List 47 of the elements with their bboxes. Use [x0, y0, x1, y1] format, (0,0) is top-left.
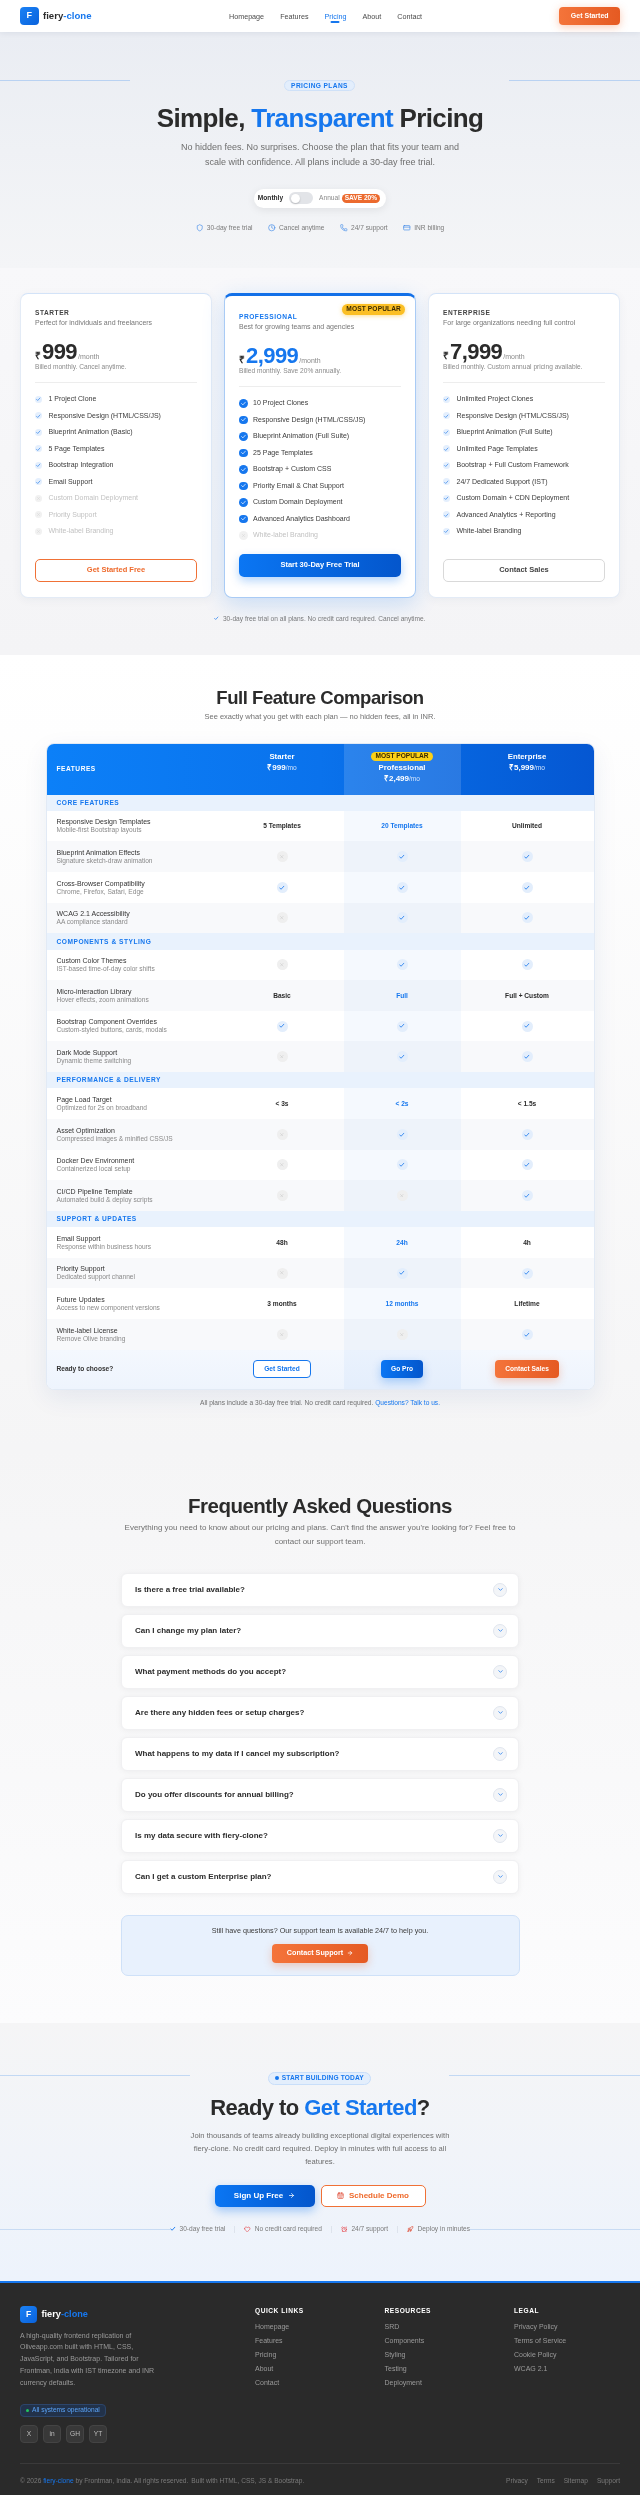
section-title: Ready to Get Started?: [210, 2095, 430, 2121]
card-icon: [403, 224, 411, 232]
currency-symbol: ₹: [443, 348, 449, 363]
faq-question[interactable]: What happens to my data if I cancel my subscription?: [121, 1736, 519, 1771]
currency-symbol: ₹: [239, 352, 245, 367]
chevron-icon: [493, 1746, 507, 1761]
logo-mark[interactable]: F: [20, 6, 39, 26]
page-subtitle: No hidden fees. No surprises. Choose the plan that fits your team and scale with confidence. All plans include a 30-day free trial.: [179, 141, 461, 169]
section-title: Full Feature Comparison: [216, 686, 424, 708]
check-icon: [170, 2226, 176, 2232]
billing-switch[interactable]: [289, 192, 314, 204]
page-title: Simple, Transparent Pricing: [156, 103, 484, 133]
faq-question[interactable]: Is there a free trial available?: [121, 1572, 519, 1607]
heart-icon: [244, 2225, 251, 2233]
clock-icon: [268, 224, 276, 232]
schedule-demo-button[interactable]: Schedule Demo: [320, 2184, 426, 2208]
chevron-icon: [493, 1623, 507, 1638]
chevron-icon: [493, 1582, 507, 1597]
check-icon: [214, 616, 219, 621]
rocket-icon: [407, 2225, 414, 2233]
alarm-clock-icon: [340, 2225, 348, 2233]
faq-question[interactable]: What payment methods do you accept?: [121, 1654, 519, 1689]
plan-price: 7,999: [450, 339, 503, 363]
faq-question[interactable]: Can I get a custom Enterprise plan?: [121, 1859, 519, 1894]
calendar-icon: [337, 2192, 344, 2200]
chevron-icon: [493, 1705, 507, 1720]
chevron-icon: [493, 1787, 507, 1802]
brand-name[interactable]: fiery-clone: [43, 8, 92, 24]
phone-icon: [340, 224, 348, 232]
arrow-right-icon: [347, 1950, 354, 1957]
faq-question[interactable]: Do you offer discounts for annual billing?: [121, 1777, 519, 1812]
chevron-icon: [493, 1664, 507, 1679]
chevron-icon: [493, 1828, 507, 1843]
faq-question[interactable]: Is my data secure with fiery-clone?: [121, 1818, 519, 1853]
brand-name[interactable]: fiery-clone: [41, 2307, 88, 2322]
faq-question[interactable]: Are there any hidden fees or setup charges?: [121, 1695, 519, 1730]
shield-icon: [195, 224, 204, 232]
sign-up-button[interactable]: Sign Up Free: [214, 2184, 315, 2208]
plan-price: 999: [42, 339, 78, 363]
faq-question[interactable]: Can I change my plan later?: [121, 1613, 519, 1648]
section-title: Frequently Asked Questions: [188, 1493, 452, 1518]
section-subtitle: Everything you need to know about our pricing and plans. Can't find the answer you're looking for? Feel free to contact our support team.: [123, 1521, 517, 1548]
currency-symbol: ₹: [35, 348, 41, 363]
chevron-icon: [493, 1869, 507, 1884]
arrow-right-icon: [288, 2192, 296, 2200]
plan-price: 2,999: [246, 343, 299, 367]
logo-mark[interactable]: F: [20, 2306, 37, 2324]
